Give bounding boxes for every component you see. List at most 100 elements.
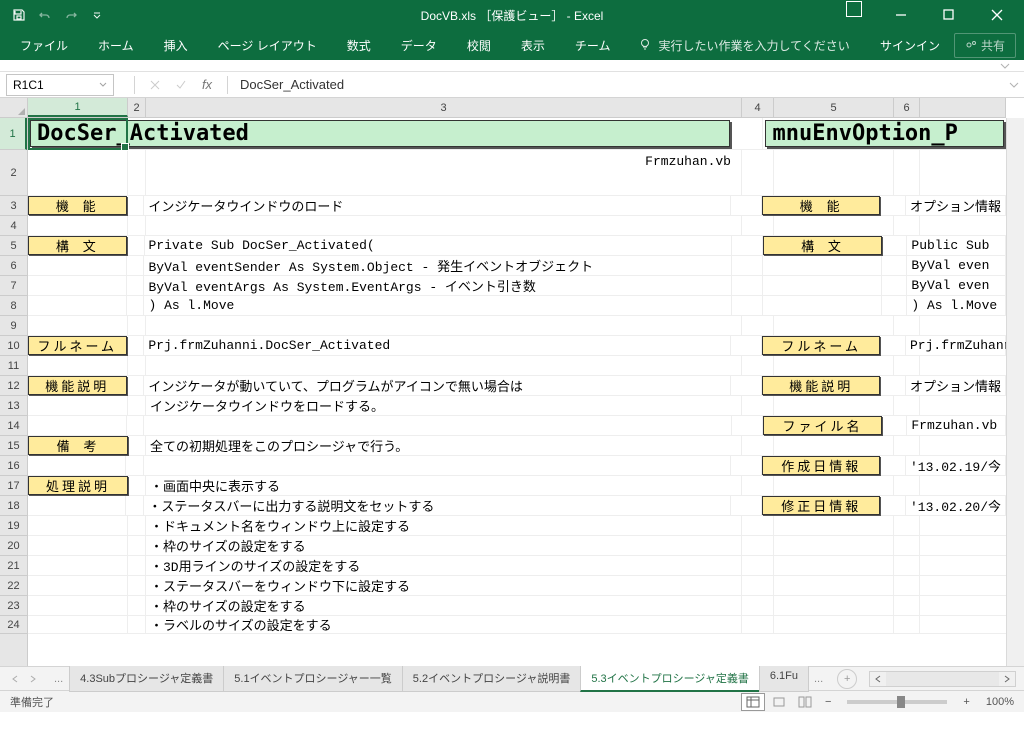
cell[interactable] <box>146 356 742 375</box>
cell[interactable] <box>774 556 894 575</box>
tab-insert[interactable]: 挿入 <box>152 33 200 58</box>
cell[interactable]: Frmzuhan.vb <box>907 416 1006 435</box>
signin-link[interactable]: サインイン <box>880 37 940 54</box>
qat-dropdown-icon[interactable] <box>88 6 106 24</box>
tab-ellipsis-right[interactable]: ... <box>808 673 829 685</box>
cell[interactable] <box>28 296 127 315</box>
cell[interactable] <box>126 456 144 475</box>
view-normal-icon[interactable] <box>741 693 765 711</box>
cell[interactable]: ・ドキュメント名をウィンドウ上に設定する <box>146 516 742 535</box>
row-header[interactable]: 8 <box>0 296 27 316</box>
name-box[interactable]: R1C1 <box>6 74 114 96</box>
cell[interactable] <box>763 256 881 275</box>
cell[interactable] <box>731 336 763 355</box>
cancel-icon[interactable] <box>143 74 167 96</box>
cell[interactable] <box>28 256 127 275</box>
cell[interactable]: ByVal even <box>907 256 1006 275</box>
cell[interactable] <box>28 496 126 515</box>
tab-ellipsis-left[interactable]: ... <box>48 673 69 685</box>
row-header[interactable]: 23 <box>0 596 27 616</box>
scroll-left-icon[interactable] <box>870 672 886 686</box>
cell[interactable] <box>732 276 764 295</box>
cell[interactable] <box>28 276 127 295</box>
cell[interactable]: インジケータウインドウのロード <box>144 196 730 215</box>
cell[interactable] <box>774 436 894 455</box>
cell[interactable] <box>742 616 774 633</box>
cell[interactable] <box>882 416 908 435</box>
cell[interactable] <box>894 150 920 195</box>
column-header[interactable]: 3 <box>146 98 742 117</box>
cell[interactable]: オプション情報 <box>906 196 1006 215</box>
cell[interactable]: Prj.frmZuhanni.DocSer_Activated <box>144 336 730 355</box>
cell[interactable] <box>127 296 145 315</box>
cell[interactable] <box>28 456 126 475</box>
field-label[interactable]: 機能説明 <box>762 376 880 395</box>
cell[interactable] <box>128 516 146 535</box>
tab-file[interactable]: ファイル <box>8 33 80 58</box>
cell[interactable] <box>882 256 908 275</box>
cell[interactable] <box>742 476 774 495</box>
cell[interactable]: ByVal even <box>907 276 1006 295</box>
row-header[interactable]: 19 <box>0 516 27 536</box>
view-pagebreak-icon[interactable] <box>793 693 817 711</box>
cell[interactable] <box>128 436 146 455</box>
cell[interactable] <box>732 296 764 315</box>
tab-view[interactable]: 表示 <box>509 33 557 58</box>
enter-icon[interactable] <box>169 74 193 96</box>
cell[interactable] <box>28 356 128 375</box>
cell[interactable] <box>731 496 763 515</box>
cell[interactable]: オプション情報 <box>906 376 1006 395</box>
cell[interactable] <box>894 476 920 495</box>
cell[interactable] <box>28 536 128 555</box>
field-label[interactable]: 構 文 <box>28 236 127 255</box>
tell-me-search[interactable]: 実行したい作業を入力してください <box>628 37 849 54</box>
row-header[interactable]: 11 <box>0 356 27 376</box>
cell[interactable] <box>894 596 920 615</box>
row-header[interactable]: 10 <box>0 336 27 356</box>
cell[interactable] <box>127 336 145 355</box>
cell[interactable] <box>894 616 920 633</box>
cell[interactable] <box>28 576 128 595</box>
row-header[interactable]: 1 <box>0 118 27 150</box>
zoom-out-button[interactable]: − <box>819 696 837 708</box>
cell[interactable] <box>126 496 144 515</box>
cell[interactable] <box>774 516 894 535</box>
field-label[interactable]: 機 能 <box>762 196 880 215</box>
cell[interactable]: '13.02.19/今 <box>906 456 1006 475</box>
row-header[interactable]: 13 <box>0 396 27 416</box>
tab-review[interactable]: 校閲 <box>455 33 503 58</box>
cell[interactable] <box>742 150 774 195</box>
cell[interactable] <box>128 616 146 633</box>
cell[interactable] <box>127 416 145 435</box>
cell[interactable] <box>128 596 146 615</box>
column-header[interactable]: 6 <box>894 98 920 117</box>
cell[interactable]: Prj.frmZuhanr <box>906 336 1006 355</box>
row-header[interactable]: 4 <box>0 216 27 236</box>
cell[interactable]: ) As l.Move <box>907 296 1006 315</box>
sheet-tab[interactable]: 5.3イベントプロシージャ定義書 <box>580 666 760 692</box>
cell[interactable] <box>894 576 920 595</box>
row-header[interactable]: 6 <box>0 256 27 276</box>
vertical-scrollbar[interactable] <box>1006 118 1024 666</box>
cell[interactable] <box>894 316 920 335</box>
cell[interactable] <box>774 616 894 633</box>
cell[interactable] <box>880 196 906 215</box>
cell[interactable] <box>742 536 774 555</box>
row-header[interactable]: 17 <box>0 476 27 496</box>
cell[interactable]: DocSer_Activated <box>28 118 732 149</box>
new-sheet-button[interactable]: + <box>837 669 857 689</box>
field-label[interactable]: ファイル名 <box>763 416 881 435</box>
cell[interactable] <box>774 316 894 335</box>
cell[interactable]: ) As l.Move <box>144 296 731 315</box>
tab-data[interactable]: データ <box>389 33 449 58</box>
scroll-right-icon[interactable] <box>999 672 1015 686</box>
row-header[interactable]: 5 <box>0 236 27 256</box>
cell[interactable] <box>127 196 145 215</box>
field-label[interactable]: 処理説明 <box>28 476 128 495</box>
cell[interactable]: ・画面中央に表示する <box>146 476 742 495</box>
field-label[interactable]: 構 文 <box>763 236 881 255</box>
undo-icon[interactable] <box>36 6 54 24</box>
row-header[interactable]: 15 <box>0 436 27 456</box>
cell[interactable] <box>774 476 894 495</box>
tab-formulas[interactable]: 数式 <box>335 33 383 58</box>
